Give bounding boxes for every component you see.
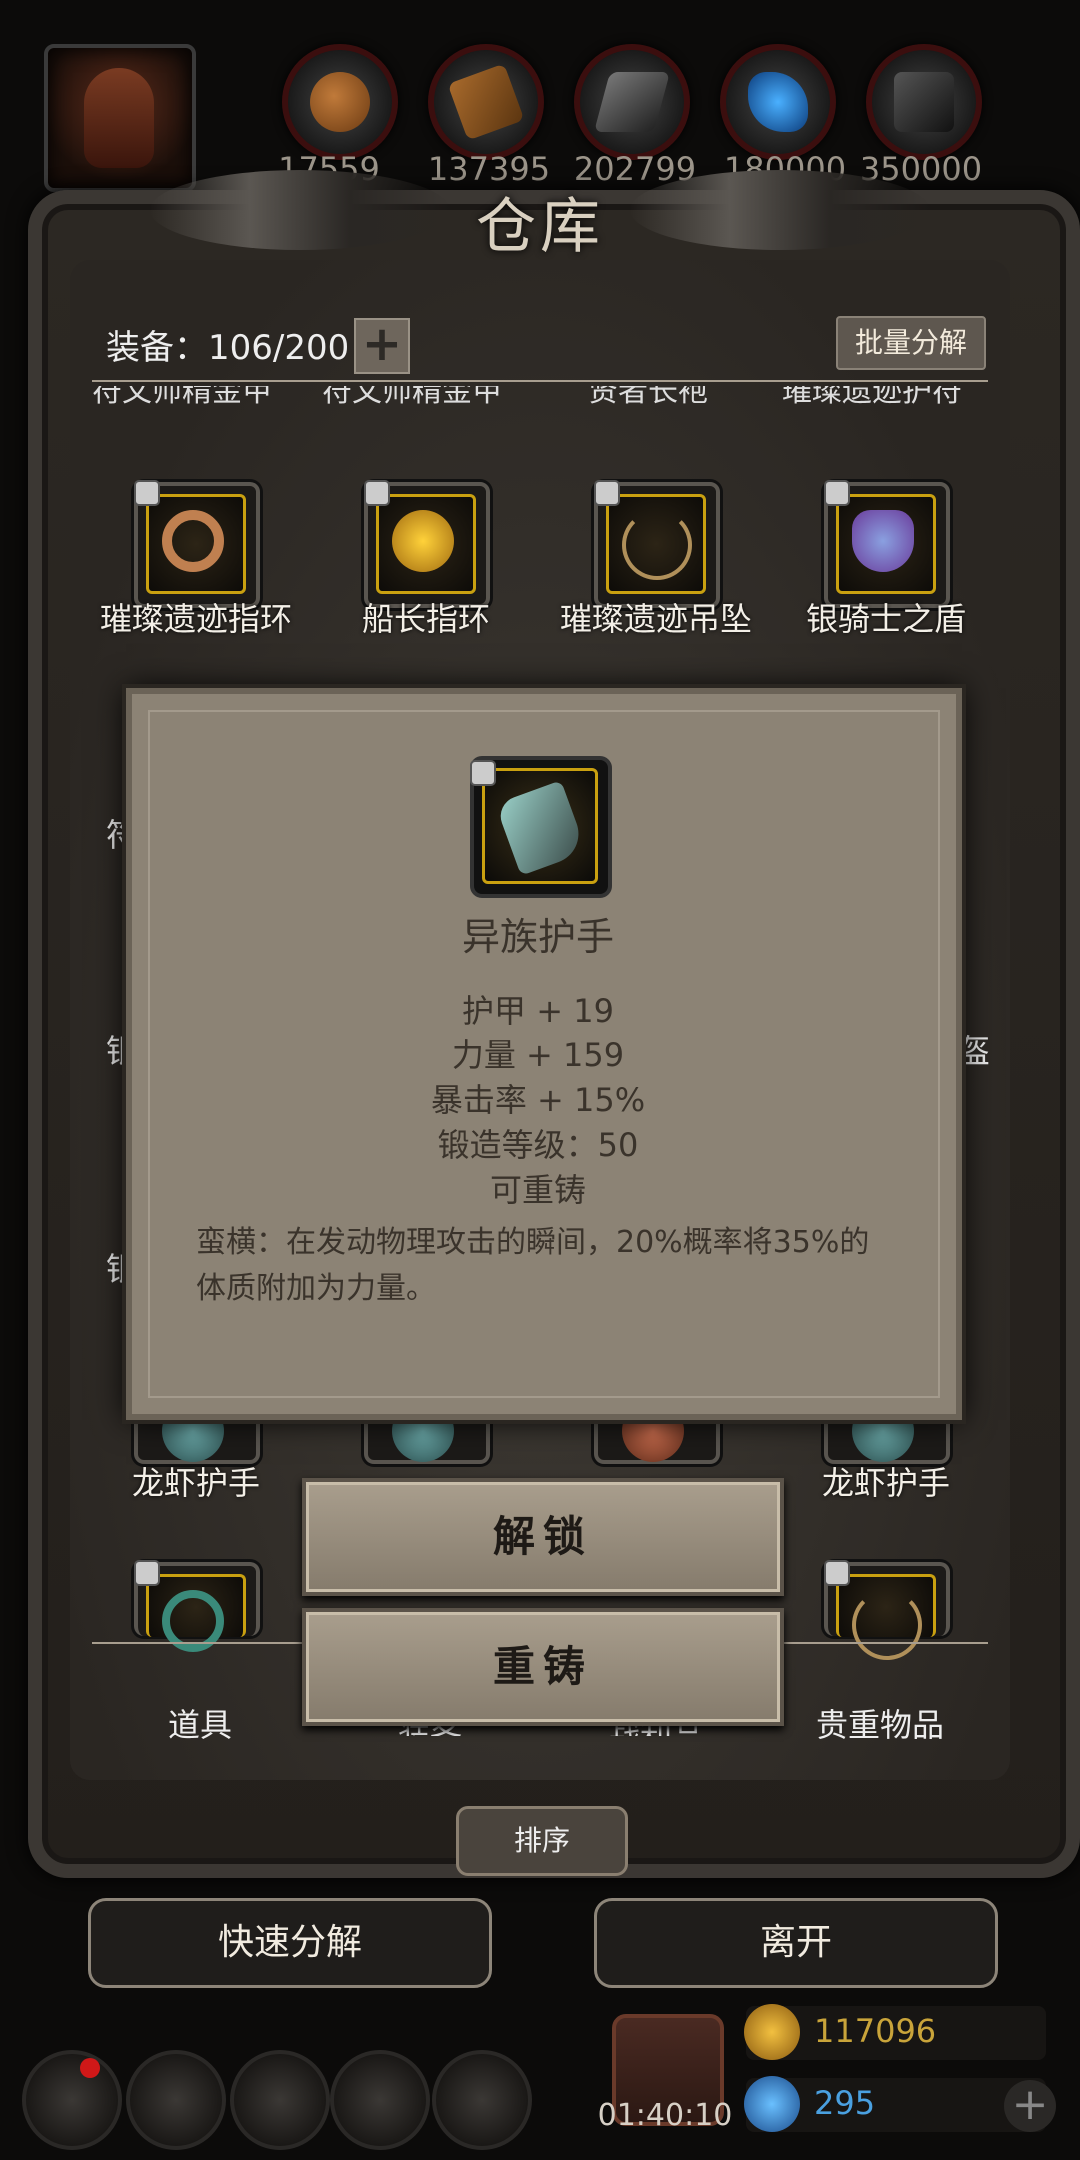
quick-decompose-button[interactable]: 快速分解 (88, 1898, 492, 1988)
item-slot[interactable] (824, 480, 950, 608)
lock-icon (470, 760, 496, 786)
settings-icon[interactable] (22, 2050, 122, 2150)
crystal-shard-icon (720, 44, 836, 160)
item-stat: 力量 + 159 (451, 1036, 625, 1074)
gift-timer: 01:40:10 (597, 2098, 733, 2133)
leave-button[interactable]: 离开 (594, 1898, 998, 1988)
item-label: 龙虾护手 (131, 1464, 260, 1502)
necklace-icon (622, 510, 692, 580)
item-label: 符文师精金甲 (322, 386, 502, 409)
item-slot[interactable] (134, 480, 260, 608)
item-slot[interactable] (824, 1560, 950, 1660)
iron-ingot-icon (574, 44, 690, 160)
avatar (84, 68, 154, 168)
gem-ring-icon (392, 510, 454, 572)
tab-valuables[interactable]: 贵重物品 (780, 1700, 980, 1746)
wood-log-icon (282, 44, 398, 160)
lumber-plank-icon (428, 44, 544, 160)
page-title: 仓库 (476, 192, 604, 262)
item-label: 贤者长袍 (588, 386, 708, 409)
popup-item-name: 异族护手 (461, 915, 614, 959)
item-label: 龙虾护手 (821, 1464, 950, 1502)
expand-capacity-button[interactable]: + (354, 318, 410, 374)
item-label: 璀璨遗迹护符 (782, 386, 962, 409)
popup-item-slot (470, 756, 612, 898)
lock-icon (134, 480, 160, 506)
lock-icon (824, 480, 850, 506)
item-label: 盔 (958, 1032, 991, 1070)
notification-badge (80, 2058, 100, 2078)
item-stat: 护甲 + 19 (462, 992, 614, 1030)
gold-coin-icon (744, 2004, 800, 2060)
lock-icon (134, 1560, 160, 1586)
equipment-capacity: 装备：106/200 (106, 328, 350, 368)
achievement-icon[interactable] (126, 2050, 226, 2150)
item-stat: 锻造等级：50 (437, 1126, 639, 1164)
item-label: 璀璨遗迹吊坠 (559, 600, 752, 638)
item-stat: 可重铸 (489, 1171, 586, 1209)
item-stat: 暴击率 + 15% (430, 1081, 646, 1119)
ring-icon (162, 510, 224, 572)
necklace-icon (852, 1590, 922, 1660)
guild-icon[interactable] (432, 2050, 532, 2150)
ore-icon (866, 44, 982, 160)
shield-icon (852, 510, 914, 572)
reforge-button[interactable]: 重铸 (302, 1608, 784, 1726)
lock-icon (824, 1560, 850, 1586)
diamond-amount: 295 (814, 2084, 876, 2122)
unlock-button[interactable]: 解锁 (302, 1478, 784, 1596)
mail-icon[interactable] (330, 2050, 430, 2150)
player-portrait[interactable] (44, 44, 196, 192)
sort-button[interactable]: 排序 (456, 1806, 628, 1876)
diamond-icon (744, 2076, 800, 2132)
item-slot[interactable] (364, 480, 490, 608)
tab-items[interactable]: 道具 (100, 1700, 300, 1746)
batch-decompose-button[interactable]: 批量分解 (836, 316, 986, 370)
map-icon[interactable] (230, 2050, 330, 2150)
add-currency-button[interactable]: + (1004, 2080, 1056, 2132)
item-label: 符文师精金甲 (92, 386, 272, 409)
item-slot[interactable] (134, 1560, 260, 1652)
lock-icon (364, 480, 390, 506)
item-label: 银骑士之盾 (805, 600, 966, 638)
item-label: 船长指环 (361, 600, 490, 638)
item-description: 蛮横：在发动物理攻击的瞬间，20%概率将35%的体质附加为力量。 (196, 1225, 870, 1306)
item-slot[interactable] (594, 480, 720, 608)
divider (92, 380, 988, 382)
item-label: 璀璨遗迹指环 (99, 600, 292, 638)
gold-amount: 117096 (814, 2012, 937, 2050)
lock-icon (594, 480, 620, 506)
